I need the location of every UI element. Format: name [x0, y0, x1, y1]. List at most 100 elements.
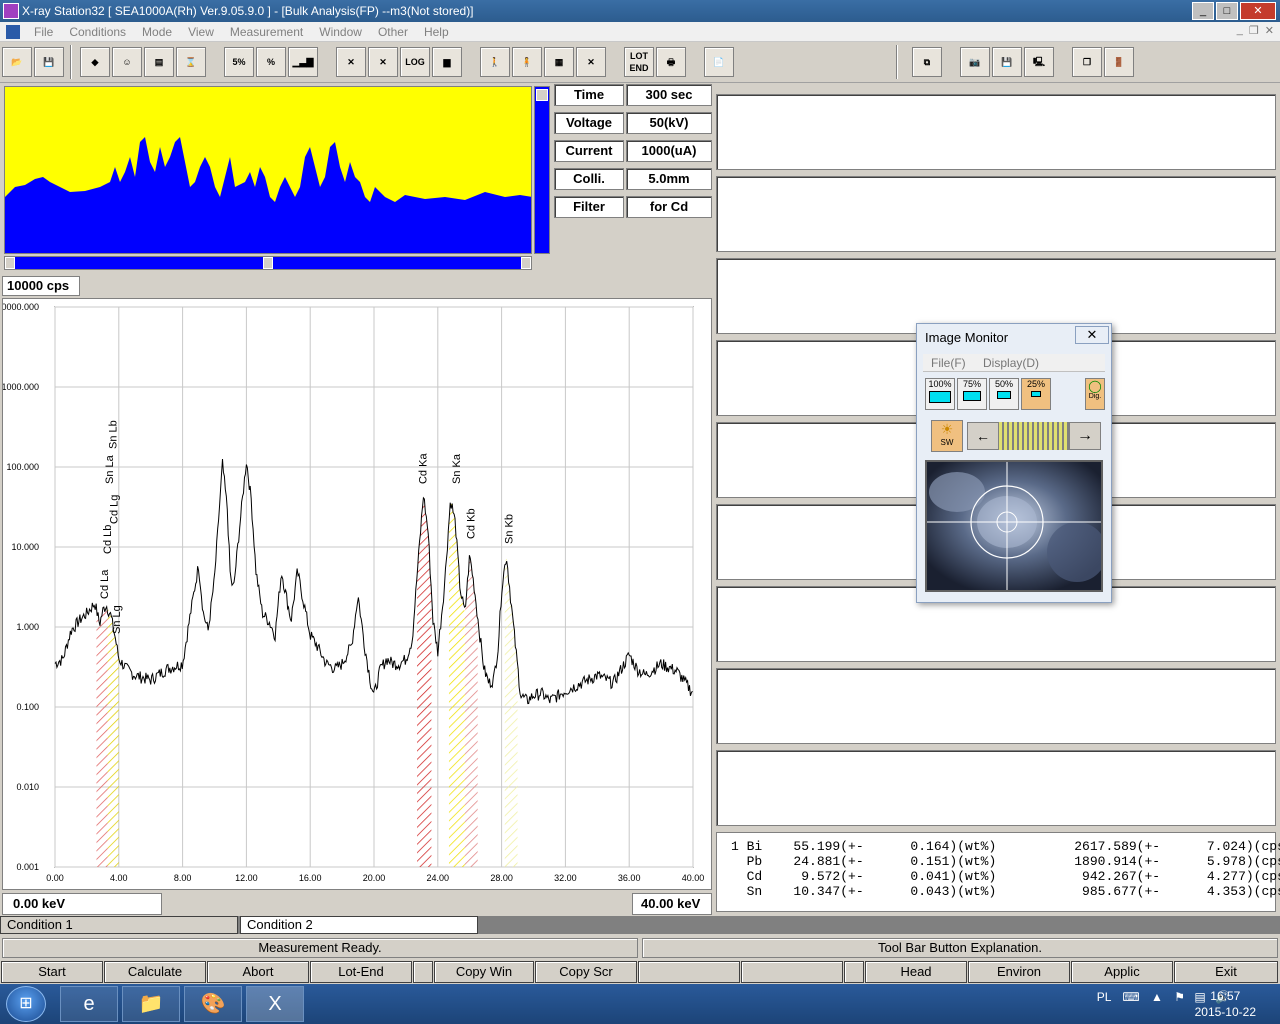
save-image-icon[interactable]: 💾 — [992, 47, 1022, 77]
peak-label: Sn Lb — [107, 420, 119, 449]
copy-scr-button[interactable]: Copy Scr — [535, 961, 637, 983]
image-monitor-menu-display[interactable]: Display(D) — [983, 356, 1039, 370]
disabled-tool-icon-2[interactable]: ✕ — [368, 47, 398, 77]
maximize-button[interactable]: □ — [1216, 2, 1238, 20]
menu-other[interactable]: Other — [370, 25, 416, 39]
disabled-calc-icon[interactable]: ✕ — [576, 47, 606, 77]
blank-button-1[interactable] — [638, 961, 740, 983]
close-button[interactable]: ✕ — [1240, 2, 1276, 20]
brightness-slider[interactable] — [999, 422, 1069, 450]
keyboard-icon[interactable]: ⌨ — [1122, 990, 1139, 1004]
computer-icon[interactable]: 🖳 — [1024, 47, 1054, 77]
range-left-handle[interactable] — [5, 257, 15, 269]
tab-condition-1[interactable]: Condition 1 — [0, 916, 238, 934]
app-icon — [3, 3, 19, 19]
person-icon[interactable]: ☺ — [112, 47, 142, 77]
language-indicator[interactable]: PL — [1097, 990, 1111, 1004]
log-scale-icon[interactable]: LOG — [400, 47, 430, 77]
open-folder-icon[interactable]: 📂 — [2, 47, 32, 77]
calculator-icon[interactable]: ▦ — [544, 47, 574, 77]
image-monitor-close-button[interactable]: ✕ — [1075, 326, 1109, 344]
spectrum-chart[interactable]: 0.00 4.00 8.00 12.00 16.00 20.00 24.00 28.00 32.… — [1, 298, 712, 890]
result-row-bi: 1 Bi 55.199(+- 0.164)(wt%) 2617.589(+- 7… — [731, 839, 1280, 854]
environ-button[interactable]: Environ — [968, 961, 1070, 983]
brightness-right-button[interactable]: → — [1069, 422, 1101, 450]
system-clock[interactable]: 16:57 2015-10-22 — [1195, 988, 1256, 1020]
zoom-25-button[interactable]: 25% — [1021, 378, 1051, 410]
menu-file[interactable]: File — [26, 25, 61, 39]
tray-up-arrow-icon[interactable]: ▲ — [1151, 990, 1163, 1004]
windows-icon[interactable]: ❐ — [1072, 47, 1102, 77]
start-menu-button[interactable]: ⊞ — [6, 986, 46, 1022]
exit-button[interactable]: Exit — [1174, 961, 1278, 983]
percent-icon[interactable]: % — [256, 47, 286, 77]
walk-person-icon[interactable]: 🚶 — [480, 47, 510, 77]
sample-holder-icon[interactable]: ▤ — [144, 47, 174, 77]
printer-icon[interactable]: 🖶 — [656, 47, 686, 77]
start-button[interactable]: Start — [1, 961, 103, 983]
x-tick-label: 12.00 — [235, 873, 258, 883]
x-tick-label: 32.00 — [554, 873, 577, 883]
mdi-restore-button[interactable]: ❐ — [1249, 24, 1259, 37]
window-title: X-ray Station32 [ SEA1000A(Rh) Ver.9.05.… — [22, 4, 474, 18]
menu-view[interactable]: View — [180, 25, 222, 39]
file-explorer-icon[interactable]: 📁 — [122, 986, 180, 1022]
copy-window-icon[interactable]: ⧉ — [912, 47, 942, 77]
camera-icon[interactable]: 📷 — [960, 47, 990, 77]
lot-end-icon[interactable]: LOT END — [624, 47, 654, 77]
mdi-minimize-button[interactable]: _ — [1237, 24, 1243, 37]
disabled-tool-icon-1[interactable]: ✕ — [336, 47, 366, 77]
hourglass-icon[interactable]: ⌛ — [176, 47, 206, 77]
digital-zoom-button[interactable]: ◯ Dig. — [1085, 378, 1105, 410]
copy-win-button[interactable]: Copy Win — [434, 961, 534, 983]
thumbnail-range-bar[interactable] — [4, 256, 532, 270]
menu-window[interactable]: Window — [311, 25, 370, 39]
save-disk-icon[interactable]: 💾 — [34, 47, 64, 77]
menu-help[interactable]: Help — [416, 25, 457, 39]
exit-door-icon[interactable]: 🚪 — [1104, 47, 1134, 77]
brightness-left-button[interactable]: ← — [967, 422, 999, 450]
cps-scale-label[interactable]: 10000 cps — [2, 276, 80, 296]
y-tick-label: 10.000 — [11, 542, 39, 552]
blank-button-2[interactable] — [741, 961, 843, 983]
x-tick-label: 40.00 — [682, 873, 705, 883]
menu-conditions[interactable]: Conditions — [61, 25, 134, 39]
menu-mode[interactable]: Mode — [134, 25, 180, 39]
stand-person-icon[interactable]: 🧍 — [512, 47, 542, 77]
action-center-icon[interactable]: ⚑ — [1174, 990, 1185, 1004]
sample-icon[interactable]: ◆ — [80, 47, 110, 77]
mdi-close-button[interactable]: ✕ — [1265, 24, 1274, 37]
lot-end-button[interactable]: Lot-End — [310, 961, 412, 983]
document-icon — [6, 24, 20, 39]
condition-row-current: Current 1000(uA) — [552, 140, 712, 164]
spectrum-icon[interactable]: ▁▃▇ — [288, 47, 318, 77]
minimize-button[interactable]: _ — [1192, 2, 1214, 20]
head-button[interactable]: Head — [865, 961, 967, 983]
abort-button[interactable]: Abort — [207, 961, 309, 983]
condition-tabs: Condition 1 Condition 2 — [0, 916, 1280, 934]
peak-label: Sn La — [104, 454, 116, 484]
paint-icon[interactable]: 🎨 — [184, 986, 242, 1022]
applic-button[interactable]: Applic — [1071, 961, 1173, 983]
xray-station-app-icon[interactable]: X — [246, 986, 304, 1022]
linear-scale-icon[interactable]: ▆ — [432, 47, 462, 77]
calculate-button[interactable]: Calculate — [104, 961, 206, 983]
zoom-50-button[interactable]: 50% — [989, 378, 1019, 410]
range-mid-handle[interactable] — [263, 257, 273, 269]
menu-measurement[interactable]: Measurement — [222, 25, 311, 39]
light-switch-button[interactable]: ☀ SW — [931, 420, 963, 452]
image-monitor-window[interactable]: Image Monitor ✕ File(F) Display(D) 100% … — [916, 323, 1112, 603]
condition-row-voltage: Voltage 50(kV) — [552, 112, 712, 136]
zoom-75-button[interactable]: 75% — [957, 378, 987, 410]
image-monitor-menu-file[interactable]: File(F) — [931, 356, 966, 370]
tab-condition-2[interactable]: Condition 2 — [240, 916, 478, 934]
range-right-handle[interactable] — [521, 257, 531, 269]
toolbar: 📂 💾 ◆ ☺ ▤ ⌛ 5% % ▁▃▇ ✕ ✕ LOG ▆ 🚶 🧍 ▦ ✕ L… — [0, 43, 1280, 83]
thumbnail-vertical-scrollbar[interactable] — [534, 86, 550, 254]
report-icon[interactable]: 📄 — [704, 47, 734, 77]
five-percent-icon[interactable]: 5% — [224, 47, 254, 77]
ie-browser-icon[interactable]: e — [60, 986, 118, 1022]
camera-image — [925, 460, 1103, 592]
zoom-100-button[interactable]: 100% — [925, 378, 955, 410]
result-panel-1 — [716, 94, 1276, 170]
